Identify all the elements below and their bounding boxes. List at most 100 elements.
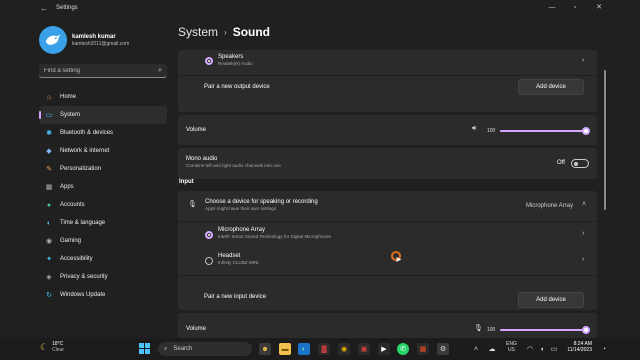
input-device-row[interactable]: Microphone Array Intel® Smart Sound Tech… — [178, 222, 597, 248]
chevron-right-icon[interactable]: › — [582, 57, 584, 64]
wifi-icon[interactable]: ◠ — [524, 343, 536, 355]
language-indicator[interactable]: ENG US — [506, 341, 517, 353]
toggle-knob — [574, 161, 578, 166]
settings-window: ← Settings — ▫ ✕ kamlesh kumar kamlesh20… — [0, 0, 640, 338]
add-output-device-button[interactable]: Add device — [518, 79, 584, 95]
sidebar-item-system[interactable]: ▭ System — [39, 106, 167, 124]
output-volume-thumb[interactable] — [582, 127, 590, 135]
sidebar-item-bluetooth-devices[interactable]: ✱ Bluetooth & devices — [39, 124, 167, 142]
chevron-right-icon: › — [224, 27, 227, 37]
taskbar-search[interactable]: ⌕ Search — [158, 342, 252, 356]
chevron-right-icon[interactable]: › — [582, 230, 584, 237]
file-explorer-icon[interactable]: ▬ — [279, 343, 291, 355]
pair-input-label: Pair a new input device — [204, 294, 267, 300]
office-icon[interactable]: ▓ — [318, 343, 330, 355]
sidebar-item-gaming[interactable]: ◉ Gaming — [39, 232, 167, 250]
battery-icon[interactable]: ▭ — [548, 343, 560, 355]
chrome-icon[interactable]: ◉ — [338, 343, 350, 355]
notification-icon[interactable]: ◔ — [598, 343, 610, 355]
sidebar: kamlesh kumar kamlesh2011@gmail.com ⌕ ⌂ H… — [36, 16, 168, 338]
user-profile[interactable]: kamlesh kumar kamlesh2011@gmail.com — [39, 26, 129, 54]
search-icon[interactable]: ⌕ — [158, 67, 162, 75]
input-device-name: Microphone Array — [218, 227, 266, 233]
shield-icon: ◈ — [46, 274, 52, 281]
back-arrow-icon[interactable]: ← — [36, 4, 52, 13]
onedrive-icon[interactable]: ☁ — [486, 343, 498, 355]
speakers-radio[interactable] — [205, 57, 213, 65]
close-icon[interactable]: ✕ — [588, 0, 610, 14]
search-icon: ⌕ — [164, 345, 168, 352]
chevron-right-icon[interactable]: › — [582, 256, 584, 263]
choose-input-row[interactable]: 🎙︎ Choose a device for speaking or recor… — [178, 191, 597, 220]
input-volume-thumb[interactable] — [582, 326, 590, 334]
accessibility-icon: ✦ — [46, 256, 52, 263]
breadcrumb: System › Sound — [178, 25, 270, 39]
sidebar-item-label: Apps — [60, 184, 74, 190]
input-device-name: Headset — [218, 253, 241, 259]
windows-app-icon[interactable]: ▦ — [417, 343, 429, 355]
output-device-card: Speakers Realtek(R) Audio › Pair a new o… — [178, 50, 597, 112]
update-icon: ↻ — [46, 292, 52, 299]
input-device-sub: Intel® Smart Sound Technology for Digita… — [218, 234, 331, 239]
divider — [178, 275, 597, 276]
bluetooth-icon: ✱ — [46, 130, 52, 137]
sidebar-item-network-internet[interactable]: ◆ Network & internet — [39, 142, 167, 160]
start-button[interactable] — [139, 343, 150, 354]
search-input[interactable] — [44, 67, 144, 74]
sidebar-item-windows-update[interactable]: ↻ Windows Update — [39, 286, 167, 304]
scrollbar[interactable] — [604, 70, 606, 210]
find-setting-box[interactable]: ⌕ — [39, 64, 167, 78]
clock-date: 11/14/2023 — [567, 347, 592, 353]
chevron-up-icon[interactable]: ˄ — [582, 201, 586, 208]
chevron-up-icon[interactable]: ˄ — [470, 343, 482, 355]
input-volume-slider[interactable] — [500, 326, 590, 334]
choose-input-sub: Apps might have their own settings — [205, 206, 277, 211]
speaker-icon[interactable]: 🔊︎ — [472, 125, 476, 133]
sidebar-item-label: Home — [60, 94, 77, 100]
sidebar-item-apps[interactable]: ▦ Apps — [39, 178, 167, 196]
selected-input-label: Microphone Array — [526, 203, 574, 209]
input-volume-fill — [500, 329, 586, 331]
sidebar-item-accounts[interactable]: ● Accounts — [39, 196, 167, 214]
input-device-card: 🎙︎ Choose a device for speaking or recor… — [178, 191, 597, 310]
sidebar-item-personalization[interactable]: ✎ Personalization — [39, 160, 167, 178]
sidebar-item-time-language[interactable]: ◐ Time & language — [39, 214, 167, 232]
taskbar: ☾ 18°C Clear ⌕ Search ☻ ▬ ◐ ▓ ◉ ▣ ▶ ✆ ▦ … — [0, 338, 640, 360]
globe-icon: ◐ — [46, 219, 52, 227]
input-device-row[interactable]: Headset Infinity CLUBZ MINI › — [178, 248, 597, 274]
microphone-icon[interactable]: 🎙︎ — [474, 324, 483, 332]
sidebar-item-label: Accounts — [60, 202, 85, 208]
home-icon: ⌂ — [46, 93, 52, 101]
add-input-device-button[interactable]: Add device — [518, 292, 584, 308]
clock[interactable]: 8:24 AM 11/14/2023 — [562, 341, 592, 353]
edge-icon[interactable]: ◐ — [298, 343, 310, 355]
output-volume-slider[interactable] — [500, 127, 590, 135]
divider — [178, 75, 597, 76]
app-title: Settings — [56, 5, 78, 11]
sidebar-item-label: Gaming — [60, 238, 82, 244]
weather-widget[interactable]: ☾ 18°C Clear — [40, 341, 64, 353]
sidebar-item-privacy-security[interactable]: ◈ Privacy & security — [39, 268, 167, 286]
sidebar-item-label: Personalization — [60, 166, 102, 172]
input-device-radio[interactable] — [205, 257, 213, 265]
breadcrumb-parent[interactable]: System — [178, 25, 218, 39]
video-icon[interactable]: ▶ — [378, 343, 390, 355]
mono-audio-toggle[interactable] — [571, 159, 589, 168]
settings-gear-icon[interactable]: ⚙ — [437, 343, 449, 355]
input-device-radio[interactable] — [205, 231, 213, 239]
weather-condition: Clear — [52, 347, 65, 353]
sidebar-item-accessibility[interactable]: ✦ Accessibility — [39, 250, 167, 268]
speakers-row[interactable]: Speakers Realtek(R) Audio › — [178, 50, 597, 74]
store-icon[interactable]: ▣ — [358, 343, 370, 355]
volume-icon[interactable]: ◖ — [536, 343, 548, 355]
avatar — [39, 26, 67, 54]
profile-name: kamlesh kumar — [72, 33, 116, 40]
maximize-icon[interactable]: ▫ — [564, 0, 586, 14]
whatsapp-icon[interactable]: ✆ — [397, 343, 409, 355]
sunglasses-app-icon[interactable]: ☻ — [259, 343, 271, 355]
output-volume-label: Volume — [186, 127, 207, 133]
sidebar-item-home[interactable]: ⌂ Home — [39, 88, 167, 106]
minimize-icon[interactable]: — — [541, 0, 563, 14]
output-volume-card: Volume 🔊︎ 100 — [178, 115, 597, 145]
monitor-icon: ▭ — [45, 112, 53, 119]
